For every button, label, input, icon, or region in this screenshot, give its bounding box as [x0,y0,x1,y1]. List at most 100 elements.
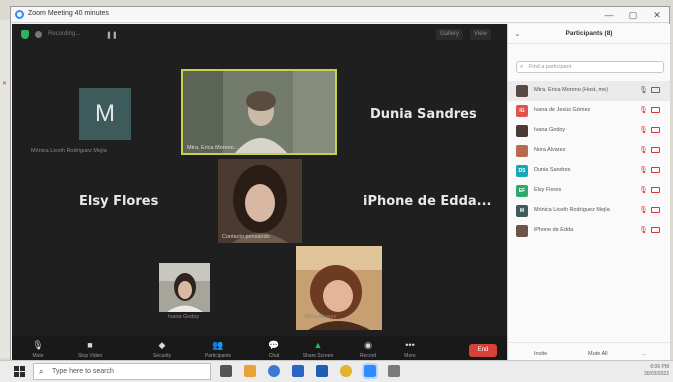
more-button[interactable]: ••• More [388,338,432,362]
microphone-icon[interactable]: 🎙 [639,86,648,94]
participant-row[interactable]: M Mónica Liceth Rodríguez Mejía 🎙 [508,201,670,221]
video-tile-center[interactable]: Contacto pensando [218,159,302,243]
mute-label: Mute [32,353,44,359]
background-app-strip: ✕ [0,20,10,358]
participant-avatar [516,85,528,97]
zoom-taskbar-icon[interactable] [362,363,378,379]
participant-name: Mónica Liceth Rodríguez Mejía [534,207,610,213]
video-tile-ivana[interactable] [159,263,210,312]
end-meeting-button[interactable]: End [469,344,497,357]
participant-search-input[interactable]: ⌕ Find a participant [516,61,664,73]
mute-button[interactable]: 🎙 Mute [16,338,60,362]
participant-name: Elsy Flores [534,187,562,193]
participant-name: Ivana de Jesús Gómez [534,107,591,113]
pause-recording-icon[interactable]: ❚❚ [106,31,118,39]
store-icon[interactable] [292,365,304,377]
record-button[interactable]: ◉ Record [346,338,390,362]
participants-title: Participants (8) [565,30,613,37]
edge-browser-icon[interactable] [268,365,280,377]
participant-row[interactable]: DS Dunia Sandres 🎙 [508,161,670,181]
mail-icon[interactable] [316,365,328,377]
view-button[interactable]: View [470,29,491,40]
task-view-icon[interactable] [220,365,232,377]
tray-time: 6:06 PM [650,364,669,370]
tile-label-center: Contacto pensando [222,234,270,240]
participant-row[interactable]: Nora Alvarez 🎙 [508,141,670,161]
participant-name: Nora Alvarez [534,147,566,153]
minimize-button[interactable]: — [597,8,621,22]
participant-name: Dunia Sandres [534,167,571,173]
search-placeholder: Find a participant [529,64,572,70]
tile-label-ivana: Ivana Godoy [168,314,200,320]
microphone-muted-icon[interactable]: 🎙 [639,206,648,214]
avatar-monica: M [79,88,131,140]
video-tile-erica[interactable]: Mtra. Erica Moreno... [181,69,337,155]
tile-name-elsy: Elsy Flores [79,194,159,209]
camera-off-icon[interactable] [651,127,660,133]
participants-panel: ⌄ Participants (8) ⌕ Find a participant … [507,24,670,364]
security-shield-icon[interactable] [21,30,29,39]
participant-avatar [516,125,528,137]
participant-avatar: DS [516,165,528,177]
participant-avatar: EF [516,185,528,197]
ivana-video-frame [159,263,210,312]
participant-name: Mtra. Erica Moreno (Host, me) [534,87,608,93]
participant-avatar: M [516,205,528,217]
share-screen-label: Share Screen [302,353,334,359]
zoom-window: Zoom Meeting 40 minutes — ▢ ✕ Recording.… [10,6,670,364]
chat-label: Chat [268,353,280,359]
taskbar-search-box[interactable]: ⌕ Type here to search [33,363,211,380]
more-dots-icon: ••• [405,340,415,350]
participants-header: ⌄ Participants (8) [508,24,670,44]
participant-row[interactable]: EF Elsy Flores 🎙 [508,181,670,201]
zoom-app-icon [15,10,24,19]
app-icon[interactable] [388,365,400,377]
search-icon: ⌕ [39,367,44,376]
maximize-button[interactable]: ▢ [621,8,645,22]
share-screen-button[interactable]: ▲ Share Screen [296,338,340,362]
microphone-muted-icon[interactable]: 🎙 [639,146,648,154]
camera-icon[interactable] [651,87,660,93]
meeting-area: Recording... ❚❚ Gallery View M Mónica Li… [12,24,507,364]
file-explorer-icon[interactable] [244,365,256,377]
microphone-muted-icon[interactable]: 🎙 [639,166,648,174]
security-button[interactable]: ◆ Security [140,338,184,362]
invite-button[interactable]: Invite [530,349,551,359]
participant-row[interactable]: Mtra. Erica Moreno (Host, me) 🎙 [508,81,670,101]
panel-more-button[interactable]: ... [638,349,651,359]
participant-row[interactable]: iPhone de Edda 🎙 [508,221,670,241]
participant-row[interactable]: Ivana Godoy 🎙 [508,121,670,141]
stop-video-button[interactable]: ■ Stop Video [68,338,112,362]
camera-off-icon[interactable] [651,107,660,113]
title-bar: Zoom Meeting 40 minutes — ▢ ✕ [11,7,669,23]
participants-label: Participants [204,353,232,359]
participant-row[interactable]: IG Ivana de Jesús Gómez 🎙 [508,101,670,121]
microphone-muted-icon[interactable]: 🎙 [639,126,648,134]
mute-all-button[interactable]: Mute All [584,349,612,359]
tile-name-iphone: iPhone de Edda... [363,194,492,209]
camera-off-icon[interactable] [651,227,660,233]
microphone-muted-icon[interactable]: 🎙 [639,226,648,234]
chrome-icon[interactable] [340,365,352,377]
camera-off-icon[interactable] [651,147,660,153]
tile-label-nora: Nora Alvarez [305,314,337,320]
camera-off-icon[interactable] [651,167,660,173]
participants-button[interactable]: 👥 Participants [196,338,240,362]
taskbar-search-text: Type here to search [52,368,114,375]
close-button[interactable]: ✕ [645,8,669,22]
microphone-muted-icon[interactable]: 🎙 [639,186,648,194]
participant-avatar [516,225,528,237]
camera-off-icon[interactable] [651,207,660,213]
chat-button[interactable]: 💬 Chat [252,338,296,362]
record-icon: ◉ [364,340,372,350]
security-label: Security [152,353,172,359]
camera-off-icon[interactable] [651,187,660,193]
participant-name: Ivana Godoy [534,127,566,133]
windows-start-icon[interactable] [14,366,25,377]
microphone-icon: 🎙 [32,340,44,350]
system-tray-clock[interactable]: 6:06 PM 30/03/2022 [644,364,669,378]
microphone-muted-icon[interactable]: 🎙 [639,106,648,114]
participant-avatar: IG [516,105,528,117]
gallery-view-button[interactable]: Gallery [436,29,464,40]
info-icon[interactable] [35,31,42,38]
